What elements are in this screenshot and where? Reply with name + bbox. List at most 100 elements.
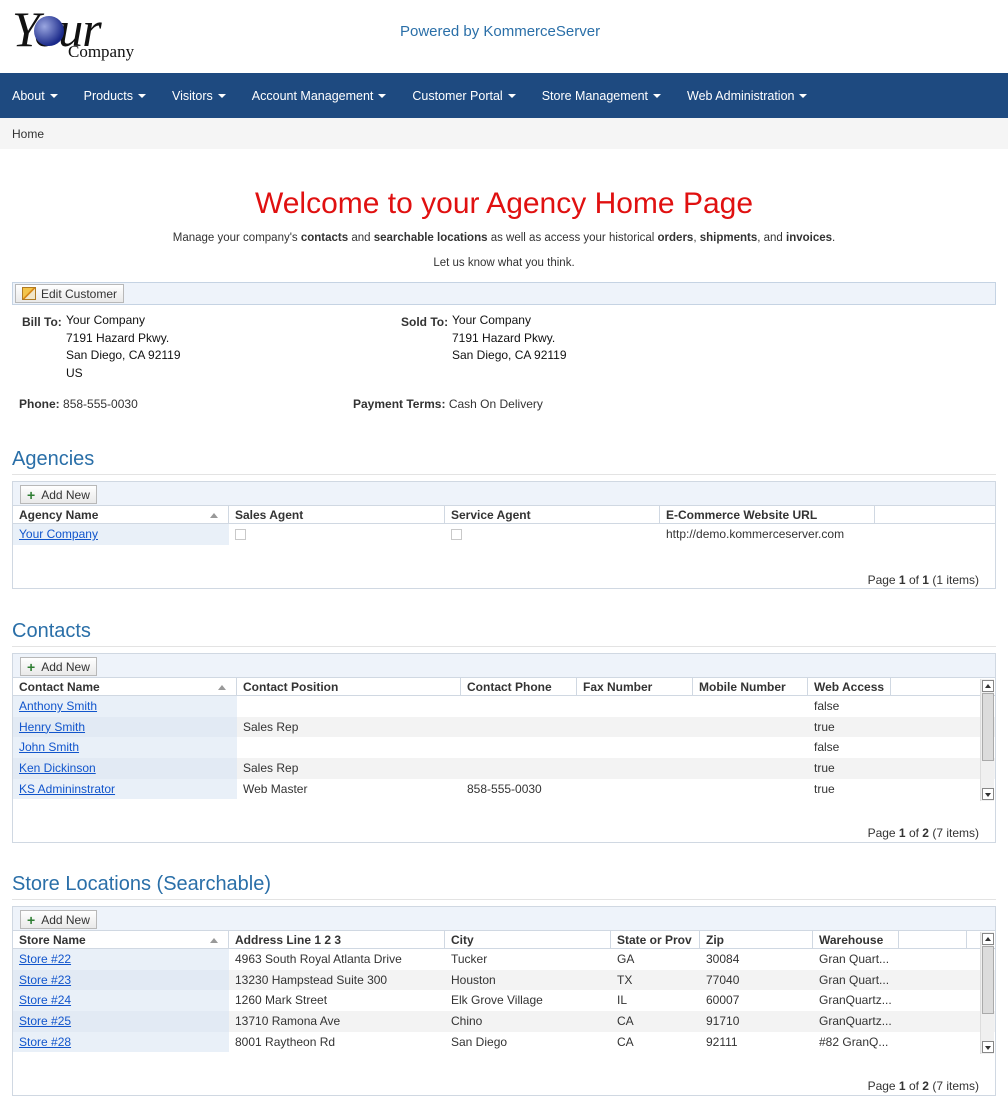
fax-cell: [577, 696, 693, 717]
pager-text: Page: [867, 826, 899, 840]
zip-cell: 30084: [706, 952, 740, 966]
edit-customer-button[interactable]: Edit Customer: [15, 284, 125, 303]
col-state[interactable]: State or Prov: [611, 931, 700, 948]
nav-visitors[interactable]: Visitors: [172, 89, 226, 103]
logo-company-text: Company: [68, 42, 135, 61]
col-ecommerce-url[interactable]: E-Commerce Website URL: [660, 506, 875, 523]
state-cell: TX: [617, 972, 633, 987]
service-agent-checkbox[interactable]: [451, 529, 462, 540]
col-address[interactable]: Address Line 1 2 3: [229, 931, 445, 948]
store-name-cell: Store #24: [13, 990, 229, 1012]
web-access-cell: false: [814, 699, 840, 713]
col-agency-name[interactable]: Agency Name: [13, 506, 229, 523]
agencies-pager: Page 1 of 1 (1 items): [868, 573, 979, 587]
sales-agent-checkbox[interactable]: [235, 529, 246, 540]
col-service-agent[interactable]: Service Agent: [445, 506, 660, 523]
contact-position-cell: Sales Rep: [243, 761, 299, 776]
intro-shipments: shipments: [699, 232, 758, 244]
contact-link[interactable]: KS Admininstrator: [19, 782, 115, 796]
contacts-scrollbar[interactable]: [980, 679, 994, 801]
scroll-up-icon[interactable]: [982, 680, 994, 692]
contact-link[interactable]: Henry Smith: [19, 720, 85, 734]
web-access-cell: true: [814, 761, 835, 776]
store-link[interactable]: Store #23: [19, 973, 71, 987]
page-title: Welcome to your Agency Home Page: [254, 187, 754, 220]
contact-link[interactable]: Ken Dickinson: [19, 761, 96, 775]
scroll-up-icon[interactable]: [982, 933, 994, 945]
col-fax-number[interactable]: Fax Number: [577, 678, 693, 695]
store-link[interactable]: Store #25: [19, 1014, 71, 1028]
address-cell: 8001 Raytheon Rd: [235, 1034, 336, 1049]
store-link[interactable]: Store #28: [19, 1035, 71, 1049]
phone-label: Phone:: [19, 397, 60, 411]
contact-phone-cell: [461, 737, 577, 758]
caret-down-icon: [49, 93, 58, 98]
warehouse-cell: #82 GranQ...: [819, 1034, 889, 1049]
contact-name-cell: John Smith: [13, 737, 237, 759]
company-logo[interactable]: Your Company: [12, 1, 142, 62]
state-cell: GA: [617, 952, 635, 966]
store-link[interactable]: Store #22: [19, 952, 71, 966]
scroll-thumb[interactable]: [982, 946, 994, 1014]
nav-store-management[interactable]: Store Management: [542, 89, 662, 103]
store-name-cell: Store #22: [13, 949, 229, 970]
address-cell: 4963 South Royal Atlanta Drive: [235, 952, 402, 966]
col-spacer: [899, 931, 967, 948]
fax-cell: [577, 779, 693, 800]
table-row: Store #28 8001 Raytheon Rd San Diego CA …: [13, 1031, 995, 1053]
nav-web-administration[interactable]: Web Administration: [687, 89, 808, 103]
col-contact-phone[interactable]: Contact Phone: [461, 678, 577, 695]
sort-asc-icon: [210, 513, 218, 518]
pager-current: 1: [898, 573, 906, 587]
sort-asc-icon: [218, 685, 226, 690]
nav-label: About: [12, 88, 45, 103]
scroll-thumb[interactable]: [982, 693, 994, 761]
breadcrumb-home[interactable]: Home: [12, 127, 44, 141]
col-mobile-number[interactable]: Mobile Number: [693, 678, 808, 695]
scroll-down-icon[interactable]: [982, 788, 994, 800]
city-cell: San Diego: [451, 1034, 508, 1049]
column-label: Service Agent: [451, 508, 531, 522]
contact-phone-cell: [461, 758, 577, 779]
nav-customer-portal[interactable]: Customer Portal: [412, 89, 516, 103]
col-warehouse[interactable]: Warehouse: [813, 931, 899, 948]
stores-add-button[interactable]: + Add New: [20, 910, 97, 929]
col-web-access[interactable]: Web Access: [808, 678, 891, 695]
contact-link[interactable]: John Smith: [19, 740, 79, 754]
nav-products[interactable]: Products: [84, 89, 147, 103]
col-zip[interactable]: Zip: [700, 931, 813, 948]
contact-link[interactable]: Anthony Smith: [19, 699, 97, 713]
edit-icon: [22, 287, 36, 300]
intro-part: as well as access your historical: [487, 232, 658, 244]
stores-scrollbar[interactable]: [980, 932, 994, 1054]
plus-icon: +: [27, 911, 36, 928]
agencies-add-button[interactable]: + Add New: [20, 485, 97, 504]
agency-link[interactable]: Your Company: [19, 527, 98, 541]
intro-invoices: invoices: [786, 232, 833, 244]
intro-part: Manage your company's: [172, 232, 301, 244]
zip-cell: 91710: [706, 1014, 740, 1029]
feedback-text: Let us know what you think.: [433, 257, 575, 269]
state-cell: CA: [617, 1014, 634, 1029]
address-line: San Diego, CA 92119: [452, 348, 567, 362]
payment-terms-value: Cash On Delivery: [448, 397, 543, 411]
contacts-add-button[interactable]: + Add New: [20, 657, 97, 676]
table-row: Anthony Smith false: [13, 696, 995, 717]
nav-account-management[interactable]: Account Management: [252, 89, 387, 103]
pager-text: Page: [867, 573, 899, 587]
col-contact-name[interactable]: Contact Name: [13, 678, 237, 695]
col-city[interactable]: City: [445, 931, 611, 948]
column-label: Mobile Number: [699, 680, 786, 694]
sold-to-address: Your Company 7191 Hazard Pkwy. San Diego…: [452, 312, 567, 365]
pager-text: Page: [867, 1079, 899, 1093]
contacts-body: Anthony Smith false Henry Smith Sales Re…: [13, 696, 995, 800]
store-link[interactable]: Store #24: [19, 993, 71, 1007]
col-contact-position[interactable]: Contact Position: [237, 678, 461, 695]
edit-customer-label: Edit Customer: [41, 286, 118, 301]
col-store-name[interactable]: Store Name: [13, 931, 229, 948]
nav-about[interactable]: About: [12, 89, 58, 103]
scroll-down-icon[interactable]: [982, 1041, 994, 1053]
city-cell: Elk Grove Village: [451, 993, 543, 1008]
contact-position-cell: [237, 696, 461, 717]
col-sales-agent[interactable]: Sales Agent: [229, 506, 445, 523]
